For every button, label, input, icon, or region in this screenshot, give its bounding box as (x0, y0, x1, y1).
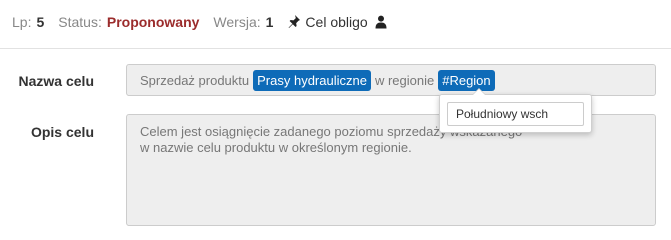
region-tag[interactable]: #Region (438, 69, 495, 91)
lp-label: Lp: (12, 14, 32, 30)
lp-value: 5 (36, 14, 45, 30)
goal-form-page: Lp: 5 Status: Proponowany Wersja: 1 Cel … (0, 0, 671, 240)
goal-meta-bar: Lp: 5 Status: Proponowany Wersja: 1 Cel … (12, 11, 387, 33)
goal-name-label: Nazwa celu (18, 73, 94, 89)
header-divider (0, 48, 671, 49)
goal-type-label: Cel obligo (305, 14, 368, 30)
goal-name-text-before: Sprzedaż produktu (140, 72, 250, 88)
status-label: Status: (58, 14, 102, 30)
pin-icon (287, 14, 301, 30)
goal-description-label: Opis celu (30, 124, 94, 140)
goal-name-text-middle: w regionie (374, 72, 435, 88)
description-line: w nazwie celu produktu w określonym regi… (140, 140, 412, 155)
region-edit-popover (439, 88, 592, 133)
product-tag[interactable]: Prasy hydrauliczne (253, 69, 371, 91)
user-icon (375, 15, 387, 29)
version-label: Wersja: (213, 14, 261, 30)
region-value-input[interactable] (447, 102, 584, 126)
goal-name-field[interactable]: Sprzedaż produktu Prasy hydrauliczne w r… (126, 64, 656, 96)
status-value: Proponowany (106, 14, 200, 30)
version-value: 1 (265, 14, 274, 30)
